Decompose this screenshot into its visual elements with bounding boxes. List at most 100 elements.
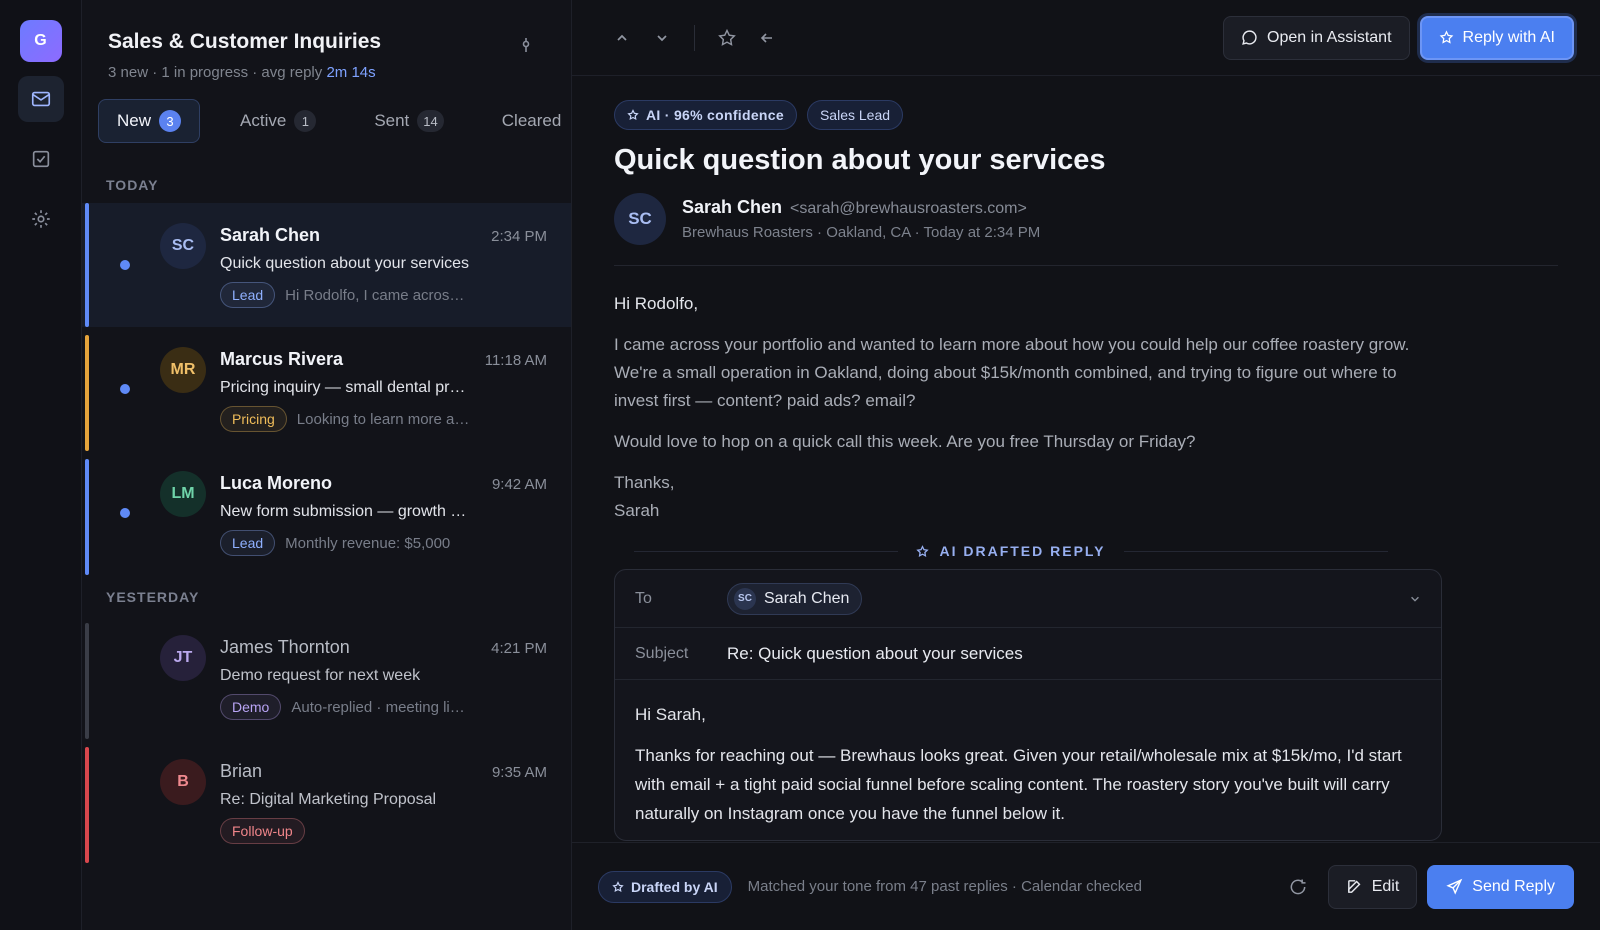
- draft-greeting: Hi Sarah,: [635, 705, 706, 724]
- sparkle-icon: [612, 880, 624, 892]
- to-label: To: [635, 589, 652, 607]
- contact-avatar: MR: [160, 347, 206, 393]
- sparkle-icon: [1439, 30, 1453, 44]
- recipient-avatar: SC: [734, 587, 756, 610]
- priority-bar: [85, 747, 89, 863]
- toolbar-divider: [694, 24, 695, 51]
- item-tag: Follow-up: [220, 818, 305, 844]
- tab-count: 1: [294, 110, 317, 132]
- tasks-icon[interactable]: [18, 136, 64, 182]
- ai-draft-divider: AI DRAFTED REPLY: [634, 543, 1388, 559]
- filter-icon[interactable]: [519, 36, 533, 59]
- workspace-logo[interactable]: G: [19, 20, 62, 62]
- sender-name: Sarah Chen: [682, 197, 783, 217]
- message-greeting: Hi Rodolfo,: [614, 294, 699, 313]
- category-badge[interactable]: Sales Lead: [806, 100, 904, 130]
- inbox-list-item[interactable]: LM Luca Moreno 9:42 AM New form submission …: [82, 451, 571, 575]
- draft-reply-editor: To SC Sarah Chen Subject Re: Quick quest…: [614, 569, 1442, 841]
- ai-draft-heading: AI DRAFTED REPLY: [939, 543, 1106, 559]
- regenerate-icon[interactable]: [1288, 877, 1308, 897]
- inbox-tabs: New 3 Active 1 Sent 14 Cleared: [82, 81, 571, 143]
- received-time: 9:35 AM: [491, 764, 547, 781]
- item-preview: Looking to learn more about pricing: [296, 410, 477, 428]
- reply-with-ai-button[interactable]: Reply with AI: [1419, 15, 1574, 60]
- sender-meta: Brewhaus Roasters · Oakland, CA · Today …: [682, 224, 1041, 241]
- app-rail: G: [0, 0, 82, 930]
- settings-gear-icon[interactable]: [18, 196, 64, 242]
- item-tag: Lead: [220, 282, 276, 308]
- message-signoff: Thanks,: [614, 473, 675, 492]
- back-arrow-icon[interactable]: [747, 18, 787, 58]
- message-body: Hi Rodolfo, I came across your portfolio…: [614, 290, 1424, 525]
- inbox-summary: 3 new · 1 in progress · avg reply 2m 14s: [108, 64, 376, 81]
- message-paragraph: I came across your portfolio and wanted …: [614, 335, 1410, 410]
- item-subject: Pricing inquiry — small dental practice: [220, 379, 470, 396]
- draft-subject-row: Subject Re: Quick question about your se…: [615, 628, 1441, 680]
- open-in-assistant-button[interactable]: Open in Assistant: [1223, 15, 1410, 60]
- inbox-list-panel: Sales & Customer Inquiries 3 new · 1 in …: [82, 0, 572, 930]
- send-reply-button[interactable]: Send Reply: [1427, 864, 1574, 909]
- pencil-icon: [1347, 880, 1361, 893]
- sender-avatar: SC: [614, 193, 666, 245]
- unread-dot: [120, 260, 130, 270]
- inbox-list-item[interactable]: SC Sarah Chen 2:34 PM Quick question about …: [82, 203, 571, 327]
- message-signature: Sarah: [614, 501, 660, 520]
- unread-dot: [120, 384, 130, 394]
- subject-label: Subject: [635, 644, 689, 662]
- tab-count: 14: [417, 110, 444, 132]
- section-yesterday: YESTERDAY: [106, 589, 200, 605]
- star-icon[interactable]: [707, 18, 747, 58]
- chevron-up-icon[interactable]: [602, 18, 642, 58]
- item-preview: Auto-replied · meeting link sent: [291, 698, 471, 716]
- contact-avatar: B: [160, 759, 206, 805]
- chevron-down-icon[interactable]: [642, 18, 682, 58]
- sparkle-icon: [916, 544, 930, 557]
- recipient-chip[interactable]: SC Sarah Chen: [727, 582, 863, 615]
- contact-name: James Thornton: [220, 637, 350, 657]
- item-subject: Demo request for next week: [220, 667, 421, 684]
- message-toolbar: Open in Assistant Reply with AI: [572, 0, 1600, 76]
- drafted-by-ai-badge: Drafted by AI: [598, 870, 732, 903]
- inbox-list-item[interactable]: JT James Thornton 4:21 PM Demo request for …: [82, 615, 571, 739]
- edit-button[interactable]: Edit: [1327, 864, 1418, 909]
- item-tag: Lead: [220, 530, 276, 556]
- contact-name: Sarah Chen: [220, 225, 321, 245]
- priority-bar: [85, 335, 89, 451]
- draft-body-field[interactable]: Hi Sarah, Thanks for reaching out — Brew…: [615, 680, 1441, 828]
- tab-cleared[interactable]: Cleared: [484, 101, 580, 141]
- item-preview: Hi Rodolfo, I came across your portfolio: [285, 286, 465, 304]
- received-time: 11:18 AM: [484, 352, 547, 369]
- inbox-list-item[interactable]: MR Marcus Rivera 11:18 AM Pricing inquiry —…: [82, 327, 571, 451]
- received-time: 4:21 PM: [491, 640, 547, 657]
- message-pane: Open in Assistant Reply with AI AI · 96%…: [572, 0, 1600, 930]
- message-paragraph: Would love to hop on a quick call this w…: [614, 432, 1196, 451]
- item-tag: Pricing: [220, 406, 287, 432]
- draft-note: Matched your tone from 47 past replies ·…: [747, 878, 1142, 895]
- subject-field[interactable]: Re: Quick question about your services: [727, 644, 1023, 664]
- mail-icon[interactable]: [17, 76, 64, 122]
- draft-to-row: To SC Sarah Chen: [615, 570, 1441, 628]
- reply-footer: Drafted by AI Matched your tone from 47 …: [572, 842, 1600, 930]
- section-today: TODAY: [106, 177, 159, 193]
- item-subject: Quick question about your services: [220, 255, 470, 272]
- tab-new[interactable]: New 3: [98, 99, 201, 143]
- ai-confidence-badge: AI · 96% confidence: [614, 100, 797, 130]
- received-time: 9:42 AM: [491, 476, 547, 493]
- send-icon: [1446, 878, 1463, 895]
- unread-dot: [120, 508, 130, 518]
- inbox-title: Sales & Customer Inquiries: [108, 30, 382, 53]
- priority-bar: [85, 459, 89, 575]
- priority-bar: [85, 203, 89, 327]
- sender-block: SC Sarah Chen <sarah@brewhausroasters.com…: [614, 193, 1558, 266]
- star-icon: [627, 109, 639, 121]
- chat-bubble-icon: [1242, 30, 1257, 45]
- contact-avatar: JT: [160, 635, 206, 681]
- chevron-down-icon[interactable]: [1409, 593, 1421, 605]
- tab-sent[interactable]: Sent 14: [356, 100, 461, 142]
- message-subject: Quick question about your services: [614, 144, 1106, 176]
- sender-email[interactable]: <sarah@brewhausroasters.com>: [790, 200, 1027, 217]
- contact-avatar: SC: [160, 223, 206, 269]
- priority-bar: [85, 623, 89, 739]
- inbox-list-item[interactable]: B Brian 9:35 AM Re: Digital Marketing Propo…: [82, 739, 571, 863]
- tab-active[interactable]: Active 1: [222, 100, 334, 142]
